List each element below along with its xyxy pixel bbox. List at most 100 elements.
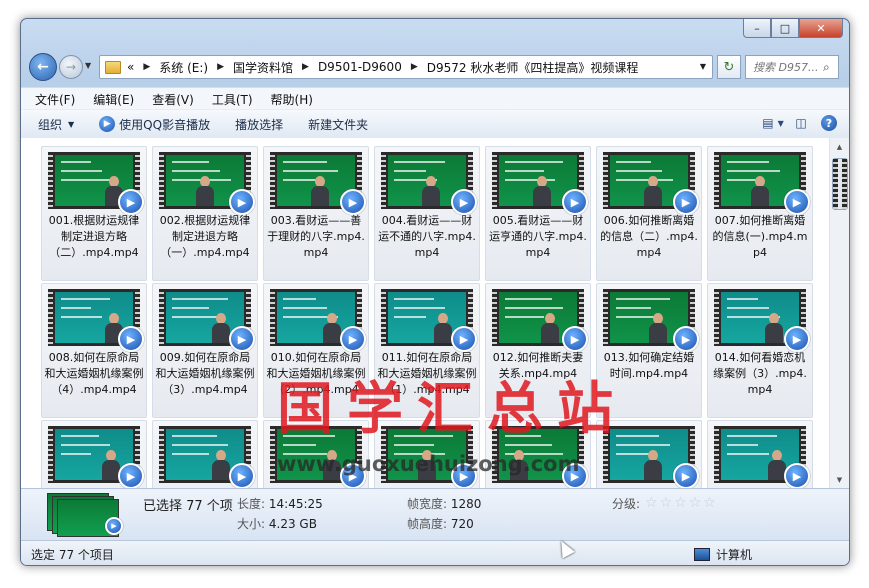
watermark-url: www.guoxuehuizong.com [277, 452, 580, 476]
breadcrumb-item-range[interactable]: D9501-D9600 [318, 60, 402, 74]
breadcrumb-separator-icon[interactable]: ▶ [302, 62, 309, 72]
search-icon[interactable]: ⌕ [823, 60, 830, 75]
breadcrumb: « ▶ 系统 (E:) ▶ 国学资料馆 ▶ D9501-D9600 ▶ D957… [127, 59, 638, 76]
minimize-button[interactable]: – [743, 19, 771, 38]
star-icon[interactable]: ☆ [645, 495, 658, 511]
board-text-line [61, 316, 102, 318]
lecturer-figure [540, 313, 559, 343]
file-tile[interactable]: ▶ 007.如何推断离婚的信息(一).mp4.mp4 [707, 146, 813, 281]
breadcrumb-item-library[interactable]: 国学资料馆 [233, 59, 293, 76]
menu-view[interactable]: 查看(V) [152, 91, 194, 108]
qq-player-icon: ▶ [451, 189, 477, 215]
view-controls: ▤ ▼ ◫ ? [755, 114, 839, 132]
file-name: 014.如何看婚恋机缘案例（3）.mp4.mp4 [713, 351, 807, 396]
breadcrumb-overflow[interactable]: « [127, 60, 134, 74]
board-text-line [394, 161, 445, 163]
address-bar[interactable]: « ▶ 系统 (E:) ▶ 国学资料馆 ▶ D9501-D9600 ▶ D957… [99, 55, 713, 79]
frame-height-label: 帧高度: [407, 517, 448, 531]
forward-button[interactable]: → [59, 55, 83, 79]
menu-bar: 文件(F) 编辑(E) 查看(V) 工具(T) 帮助(H) [21, 87, 849, 110]
length-value: 14:45:25 [268, 497, 323, 511]
status-selection: 选定 77 个项目 [31, 548, 114, 562]
maximize-button[interactable]: □ [771, 19, 799, 38]
board-text-line [61, 435, 99, 437]
qq-player-icon: ▶ [340, 326, 366, 352]
play-selection-button[interactable]: 播放选择 [235, 116, 283, 133]
vertical-scrollbar[interactable]: ▲ ▼ [829, 138, 849, 488]
lecturer-figure [643, 450, 662, 480]
chevron-down-icon: ▼ [68, 119, 75, 129]
maximize-icon: □ [779, 21, 791, 35]
file-name: 005.看财运——财运亨通的八字.mp4.mp4 [489, 214, 587, 259]
breadcrumb-separator-icon[interactable]: ▶ [217, 62, 224, 72]
star-icon[interactable]: ☆ [689, 495, 702, 511]
file-name: 009.如何在原命局和大运婚姻机缘案例（3）.mp4.mp4 [155, 351, 255, 396]
star-icon[interactable]: ☆ [660, 495, 673, 511]
search-input[interactable] [751, 59, 823, 75]
file-name: 001.根据财运规律制定进退方略（二）.mp4.mp4 [48, 214, 140, 259]
board-text-line [505, 170, 544, 172]
board-text-line [172, 444, 228, 446]
watermark-text: 国学汇总站 [277, 376, 627, 442]
close-button[interactable]: ✕ [799, 19, 843, 38]
menu-tools[interactable]: 工具(T) [212, 91, 253, 108]
refresh-button[interactable]: ↻ [717, 55, 741, 79]
file-tile[interactable]: ▶ [707, 420, 813, 488]
search-box[interactable]: ⌕ [745, 55, 839, 79]
file-tile[interactable]: ▶ 004.看财运——财运不通的八字.mp4.mp4 [374, 146, 480, 281]
scroll-up-icon[interactable]: ▲ [830, 138, 849, 155]
qq-player-icon: ▶ [229, 189, 255, 215]
help-button[interactable]: ? [819, 114, 839, 132]
preview-pane-button[interactable]: ◫ [791, 114, 811, 132]
qq-player-icon: ▶ [118, 189, 144, 215]
rating-stars[interactable]: ☆ ☆ ☆ ☆ ☆ [645, 495, 718, 511]
board-text-line [172, 298, 228, 300]
back-button[interactable]: ← [29, 53, 57, 81]
breadcrumb-separator-icon[interactable]: ▶ [143, 62, 150, 72]
file-tile[interactable]: ▶ [41, 420, 147, 488]
recent-pages-dropdown[interactable]: ▼ [85, 61, 91, 70]
file-name: 003.看财运——善于理财的八字.mp4.mp4 [267, 214, 365, 259]
new-folder-button[interactable]: 新建文件夹 [308, 116, 368, 133]
scroll-down-icon[interactable]: ▼ [830, 471, 849, 488]
file-tile[interactable]: ▶ 014.如何看婚恋机缘案例（3）.mp4.mp4 [707, 283, 813, 418]
qq-player-icon: ▶ [784, 326, 810, 352]
board-text-line [394, 298, 434, 300]
change-view-button[interactable]: ▤ ▼ [762, 114, 784, 132]
board-text-line [727, 298, 758, 300]
forward-arrow-icon: → [65, 60, 77, 74]
file-tile[interactable]: ▶ 009.如何在原命局和大运婚姻机缘案例（3）.mp4.mp4 [152, 283, 258, 418]
scroll-thumb[interactable] [832, 158, 848, 210]
board-text-line [283, 298, 316, 300]
close-icon: ✕ [816, 21, 826, 35]
lecturer-figure [765, 313, 784, 343]
file-tile[interactable]: ▶ 005.看财运——财运亨通的八字.mp4.mp4 [485, 146, 591, 281]
file-tile[interactable]: ▶ 006.如何推断离婚的信息（二）.mp4.mp4 [596, 146, 702, 281]
file-tile[interactable]: ▶ [152, 420, 258, 488]
file-tile[interactable]: ▶ 003.看财运——善于理财的八字.mp4.mp4 [263, 146, 369, 281]
star-icon[interactable]: ☆ [674, 495, 687, 511]
file-tile[interactable]: ▶ 008.如何在原命局和大运婚姻机缘案例（4）.mp4.mp4 [41, 283, 147, 418]
frame-width-label: 帧宽度: [407, 497, 448, 511]
lecturer-figure [211, 313, 230, 343]
play-with-qq-button[interactable]: ▶ 使用QQ影音播放 [99, 116, 210, 133]
breadcrumb-item-current[interactable]: D9572 秋水老师《四柱提高》视频课程 [427, 59, 639, 76]
menu-file[interactable]: 文件(F) [35, 91, 75, 108]
breadcrumb-separator-icon[interactable]: ▶ [411, 62, 418, 72]
menu-help[interactable]: 帮助(H) [271, 91, 313, 108]
menu-edit[interactable]: 编辑(E) [93, 91, 134, 108]
star-icon[interactable]: ☆ [703, 495, 716, 511]
board-text-line [283, 170, 338, 172]
organize-button[interactable]: 组织 ▼ [38, 116, 74, 133]
breadcrumb-item-drive[interactable]: 系统 (E:) [159, 59, 208, 76]
qq-player-icon: ▶ [105, 517, 123, 535]
file-name: 006.如何推断离婚的信息（二）.mp4.mp4 [600, 214, 698, 259]
address-dropdown-icon[interactable]: ▼ [700, 62, 706, 71]
board-text-line [61, 453, 91, 455]
folder-icon [105, 60, 121, 74]
file-tile[interactable]: ▶ 001.根据财运规律制定进退方略（二）.mp4.mp4 [41, 146, 147, 281]
file-list-view[interactable]: ▶ 001.根据财运规律制定进退方略（二）.mp4.mp4 ▶ 002.根据财运规律制… [21, 138, 829, 488]
file-tile[interactable]: ▶ 002.根据财运规律制定进退方略（一）.mp4.mp4 [152, 146, 258, 281]
board-text-line [727, 170, 780, 172]
board-text-line [61, 298, 110, 300]
